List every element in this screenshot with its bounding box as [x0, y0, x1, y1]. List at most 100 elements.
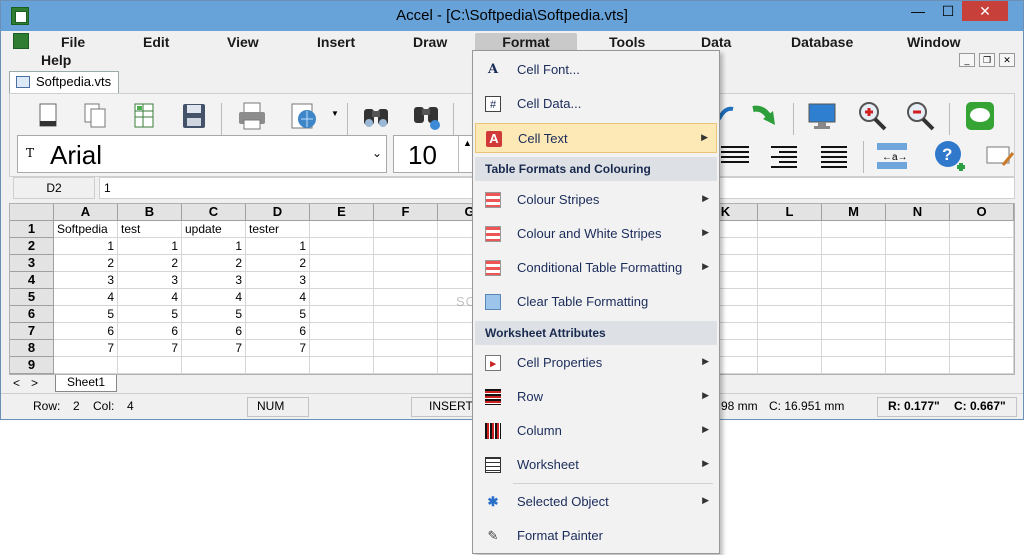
grid-cell[interactable] — [310, 255, 374, 272]
sheet-next-icon[interactable]: > — [31, 376, 38, 390]
grid-cell[interactable] — [374, 272, 438, 289]
menu-help[interactable]: Help — [35, 51, 77, 71]
find-icon[interactable] — [359, 99, 393, 133]
column-header[interactable]: A — [54, 204, 118, 221]
row-header[interactable]: 9 — [10, 357, 54, 374]
grid-cell[interactable] — [886, 238, 950, 255]
new-document-icon[interactable] — [31, 99, 65, 133]
zoom-out-icon[interactable] — [903, 99, 937, 133]
save-icon[interactable] — [177, 99, 211, 133]
grid-cell[interactable] — [758, 221, 822, 238]
print-icon[interactable] — [235, 99, 269, 133]
align-right-icon[interactable] — [767, 139, 801, 173]
grid-cell[interactable] — [310, 289, 374, 306]
column-header[interactable]: N — [886, 204, 950, 221]
grid-cell[interactable] — [886, 340, 950, 357]
dropdown-arrow-icon[interactable]: ▼ — [331, 109, 339, 118]
grid-cell[interactable] — [374, 289, 438, 306]
grid-cell[interactable] — [886, 255, 950, 272]
menu-insert[interactable]: Insert — [311, 33, 361, 53]
row-header[interactable]: 8 — [10, 340, 54, 357]
grid-cell[interactable]: 2 — [246, 255, 310, 272]
grid-cell[interactable]: 1 — [118, 238, 182, 255]
grid-cell[interactable] — [950, 272, 1014, 289]
menu-item-selected-object[interactable]: ✱ Selected Object ▶ — [475, 487, 717, 517]
grid-cell[interactable] — [374, 357, 438, 374]
grid-cell[interactable]: 2 — [118, 255, 182, 272]
align-full-icon[interactable] — [817, 139, 851, 173]
menu-item-cell-text[interactable]: A Cell Text ▶ — [475, 123, 717, 153]
grid-cell[interactable]: 4 — [118, 289, 182, 306]
grid-cell[interactable]: 2 — [54, 255, 118, 272]
menu-item-worksheet[interactable]: Worksheet ▶ — [475, 450, 717, 480]
grid-cell[interactable] — [886, 306, 950, 323]
grid-cell[interactable] — [950, 238, 1014, 255]
grid-cell[interactable] — [310, 340, 374, 357]
grid-cell[interactable]: update — [182, 221, 246, 238]
row-header[interactable]: 2 — [10, 238, 54, 255]
spreadsheet-icon[interactable] — [127, 99, 161, 133]
column-header[interactable]: D — [246, 204, 310, 221]
grid-cell[interactable] — [374, 221, 438, 238]
grid-cell[interactable] — [950, 289, 1014, 306]
help-add-icon[interactable]: ? — [933, 139, 967, 173]
close-button[interactable]: ✕ — [962, 1, 1008, 21]
grid-cell[interactable]: test — [118, 221, 182, 238]
grid-cell[interactable]: 2 — [182, 255, 246, 272]
grid-cell[interactable] — [822, 238, 886, 255]
grid-cell[interactable] — [950, 221, 1014, 238]
grid-cell[interactable] — [822, 357, 886, 374]
column-header[interactable]: E — [310, 204, 374, 221]
find-replace-icon[interactable] — [409, 99, 443, 133]
grid-cell[interactable] — [374, 340, 438, 357]
grid-cell[interactable] — [822, 272, 886, 289]
grid-cell[interactable] — [950, 306, 1014, 323]
grid-cell[interactable]: 4 — [54, 289, 118, 306]
grid-cell[interactable]: 7 — [182, 340, 246, 357]
menu-item-colour-white-stripes[interactable]: Colour and White Stripes ▶ — [475, 219, 717, 249]
document-system-icon[interactable] — [13, 33, 29, 49]
redo-arrow-icon[interactable] — [747, 99, 781, 133]
grid-cell[interactable] — [758, 323, 822, 340]
grid-cell[interactable] — [822, 255, 886, 272]
grid-cell[interactable] — [886, 323, 950, 340]
grid-cell[interactable] — [822, 340, 886, 357]
zoom-in-icon[interactable] — [855, 99, 889, 133]
grid-cell[interactable]: 3 — [182, 272, 246, 289]
grid-cell[interactable]: 5 — [118, 306, 182, 323]
row-header[interactable]: 1 — [10, 221, 54, 238]
grid-cell[interactable] — [886, 272, 950, 289]
grid-cell[interactable] — [822, 289, 886, 306]
grid-cell[interactable] — [886, 357, 950, 374]
grid-cell[interactable] — [54, 357, 118, 374]
grid-cell[interactable]: 7 — [54, 340, 118, 357]
edit-note-icon[interactable] — [983, 139, 1017, 173]
grid-cell[interactable] — [886, 289, 950, 306]
grid-cell[interactable] — [310, 221, 374, 238]
document-tab[interactable]: Softpedia.vts — [9, 71, 119, 93]
grid-cell[interactable] — [758, 272, 822, 289]
mdi-minimize-button[interactable]: _ — [959, 53, 975, 67]
grid-cell[interactable]: 7 — [246, 340, 310, 357]
grid-cell[interactable]: 3 — [246, 272, 310, 289]
grid-cell[interactable]: tester — [246, 221, 310, 238]
grid-cell[interactable]: 3 — [54, 272, 118, 289]
grid-cell[interactable] — [310, 323, 374, 340]
grid-cell[interactable] — [758, 306, 822, 323]
grid-cell[interactable] — [758, 340, 822, 357]
full-screen-icon[interactable] — [805, 99, 839, 133]
menu-item-colour-stripes[interactable]: Colour Stripes ▶ — [475, 185, 717, 215]
grid-cell[interactable]: 4 — [182, 289, 246, 306]
grid-cell[interactable] — [950, 357, 1014, 374]
grid-cell[interactable]: 6 — [54, 323, 118, 340]
font-name-select[interactable]: T Arial ⌄ — [17, 135, 387, 173]
grid-cell[interactable] — [822, 323, 886, 340]
column-header[interactable]: B — [118, 204, 182, 221]
comment-icon[interactable] — [963, 99, 997, 133]
grid-corner[interactable] — [10, 204, 54, 221]
grid-cell[interactable]: 5 — [182, 306, 246, 323]
grid-cell[interactable]: Softpedia — [54, 221, 118, 238]
grid-cell[interactable] — [310, 238, 374, 255]
menu-item-cell-properties[interactable]: ▸ Cell Properties ▶ — [475, 348, 717, 378]
grid-cell[interactable] — [310, 357, 374, 374]
